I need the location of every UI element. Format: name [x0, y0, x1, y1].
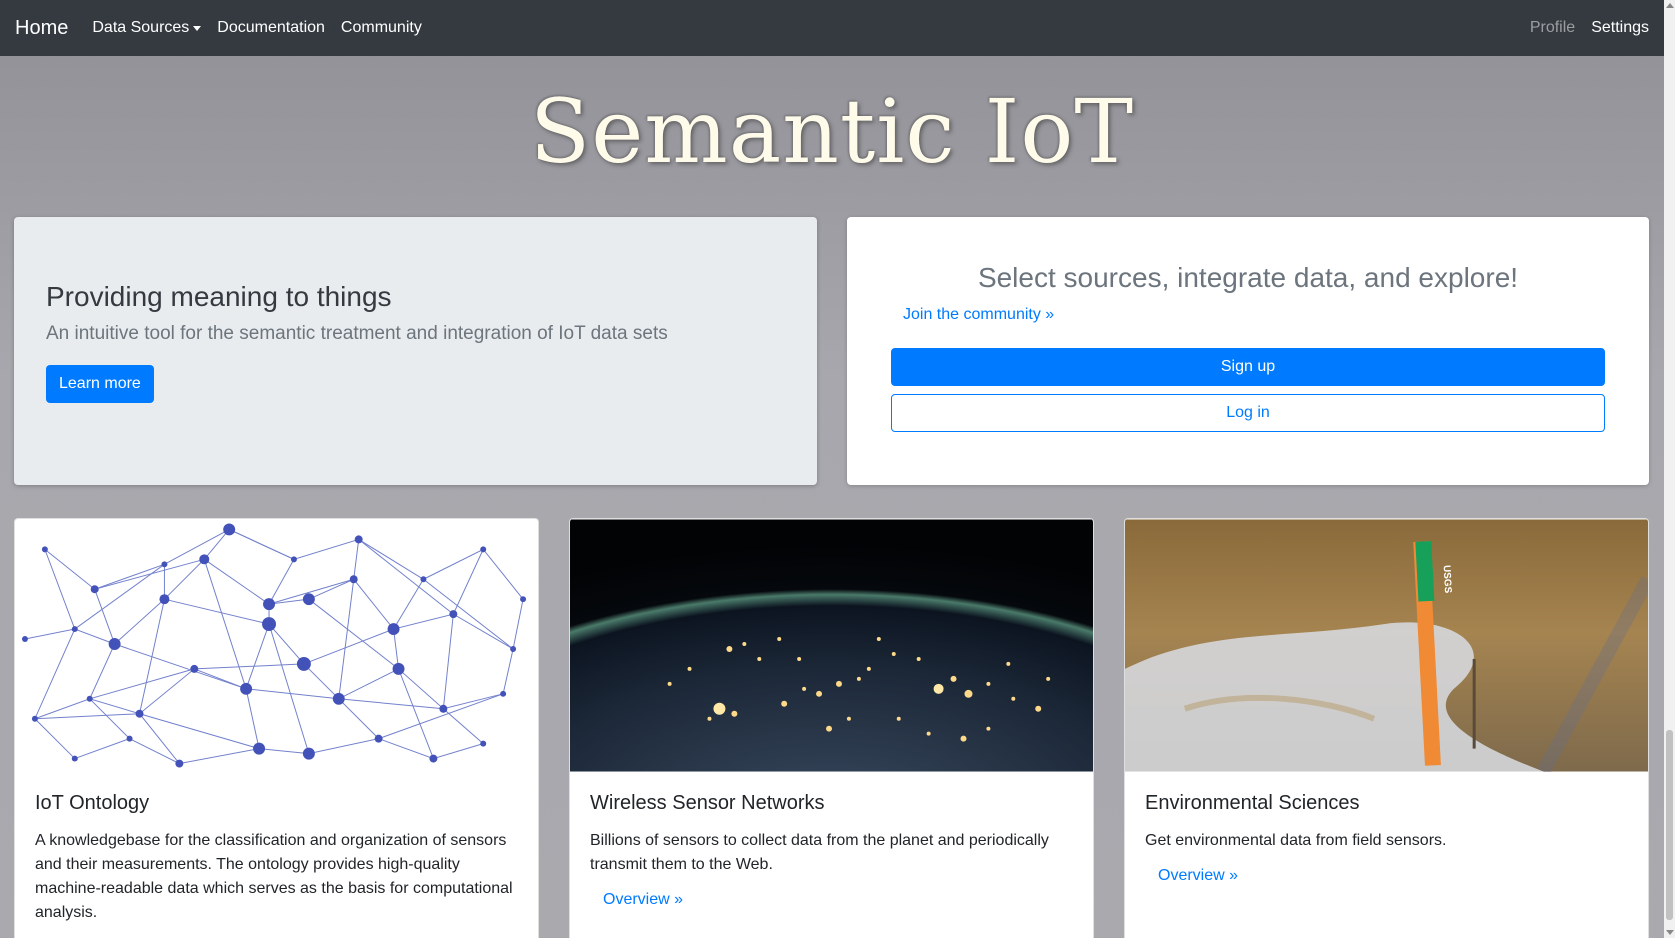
intro-heading: Providing meaning to things: [46, 281, 392, 312]
nav-home-link[interactable]: Home: [15, 17, 68, 40]
card-title: IoT Ontology: [35, 792, 150, 814]
nav-profile-link[interactable]: Profile: [1530, 19, 1575, 37]
learn-more-button[interactable]: Learn more: [46, 365, 154, 403]
chevron-down-icon: [193, 25, 202, 31]
card-title: Environmental Sciences: [1145, 792, 1360, 814]
card-environmental-sciences: USGS Environmental Sciences Get environm…: [1124, 518, 1649, 938]
top-navbar: Home Data Sources Documentation Communit…: [0, 0, 1664, 56]
page-scrollbar[interactable]: [1664, 0, 1675, 938]
nav-right-group: Profile Settings: [1514, 19, 1649, 37]
nav-data-sources-label: Data Sources: [92, 19, 190, 36]
signup-panel: Select sources, integrate data, and expl…: [847, 217, 1649, 485]
usgs-label: USGS: [1441, 565, 1453, 594]
card-body: Wireless Sensor Networks Billions of sen…: [570, 772, 1093, 929]
nav-settings-link[interactable]: Settings: [1591, 19, 1649, 37]
page-title: Semantic IoT: [529, 80, 1135, 183]
card-body: IoT Ontology A knowledgebase for the cla…: [15, 772, 538, 938]
intro-lead: An intuitive tool for the semantic treat…: [46, 323, 668, 344]
signup-heading: Select sources, integrate data, and expl…: [977, 262, 1519, 293]
card-text: Get environmental data from field sensor…: [1145, 832, 1447, 849]
nav-documentation-link[interactable]: Documentation: [217, 19, 325, 37]
earth-at-night-image: [570, 519, 1093, 772]
nav-community-link[interactable]: Community: [341, 19, 422, 37]
log-in-button[interactable]: Log in: [891, 394, 1605, 432]
scroll-down-arrow-icon[interactable]: [1666, 930, 1674, 935]
card-iot-ontology: IoT Ontology A knowledgebase for the cla…: [14, 518, 539, 938]
nav-data-sources-dropdown[interactable]: Data Sources: [92, 19, 202, 37]
sign-up-button[interactable]: Sign up: [891, 348, 1605, 386]
intro-panel: Providing meaning to things An intuitive…: [14, 217, 817, 485]
card-body: Environmental Sciences Get environmental…: [1125, 772, 1648, 905]
join-community-link[interactable]: Join the community »: [903, 306, 1054, 324]
card-wireless-sensor-networks: Wireless Sensor Networks Billions of sen…: [569, 518, 1094, 938]
scroll-thumb[interactable]: [1666, 730, 1673, 920]
overview-link[interactable]: Overview »: [1158, 867, 1238, 885]
network-graph-image: [15, 519, 538, 772]
card-title: Wireless Sensor Networks: [590, 792, 825, 814]
card-text: A knowledgebase for the classification a…: [35, 832, 513, 921]
field-sensor-image: USGS: [1125, 519, 1648, 772]
overview-link[interactable]: Overview »: [603, 891, 683, 909]
scroll-up-arrow-icon[interactable]: [1666, 3, 1674, 8]
card-text: Billions of sensors to collect data from…: [590, 832, 1049, 873]
